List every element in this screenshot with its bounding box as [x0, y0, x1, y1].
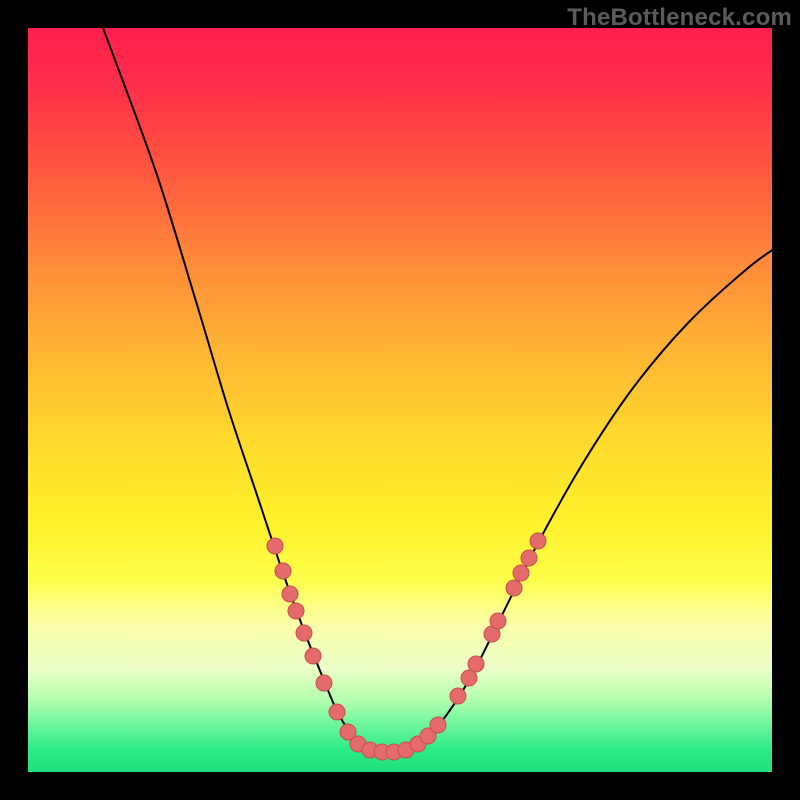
highlight-dot [296, 625, 312, 641]
highlight-dot [461, 670, 477, 686]
highlight-dot [513, 565, 529, 581]
chart-svg [28, 28, 772, 772]
highlight-dot [430, 717, 446, 733]
highlight-dot [490, 613, 506, 629]
highlight-dot [316, 675, 332, 691]
highlight-dot [329, 704, 345, 720]
highlight-dot [530, 533, 546, 549]
highlight-dot [521, 550, 537, 566]
highlight-dots-group [267, 533, 546, 760]
bottleneck-curve [88, 28, 772, 752]
highlight-dot [275, 563, 291, 579]
highlight-dot [288, 603, 304, 619]
highlight-dot [506, 580, 522, 596]
plot-area [28, 28, 772, 772]
highlight-dot [282, 586, 298, 602]
highlight-dot [468, 656, 484, 672]
chart-frame: TheBottleneck.com [0, 0, 800, 800]
highlight-dot [305, 648, 321, 664]
watermark-text: TheBottleneck.com [567, 4, 792, 32]
highlight-dot [267, 538, 283, 554]
highlight-dot [450, 688, 466, 704]
